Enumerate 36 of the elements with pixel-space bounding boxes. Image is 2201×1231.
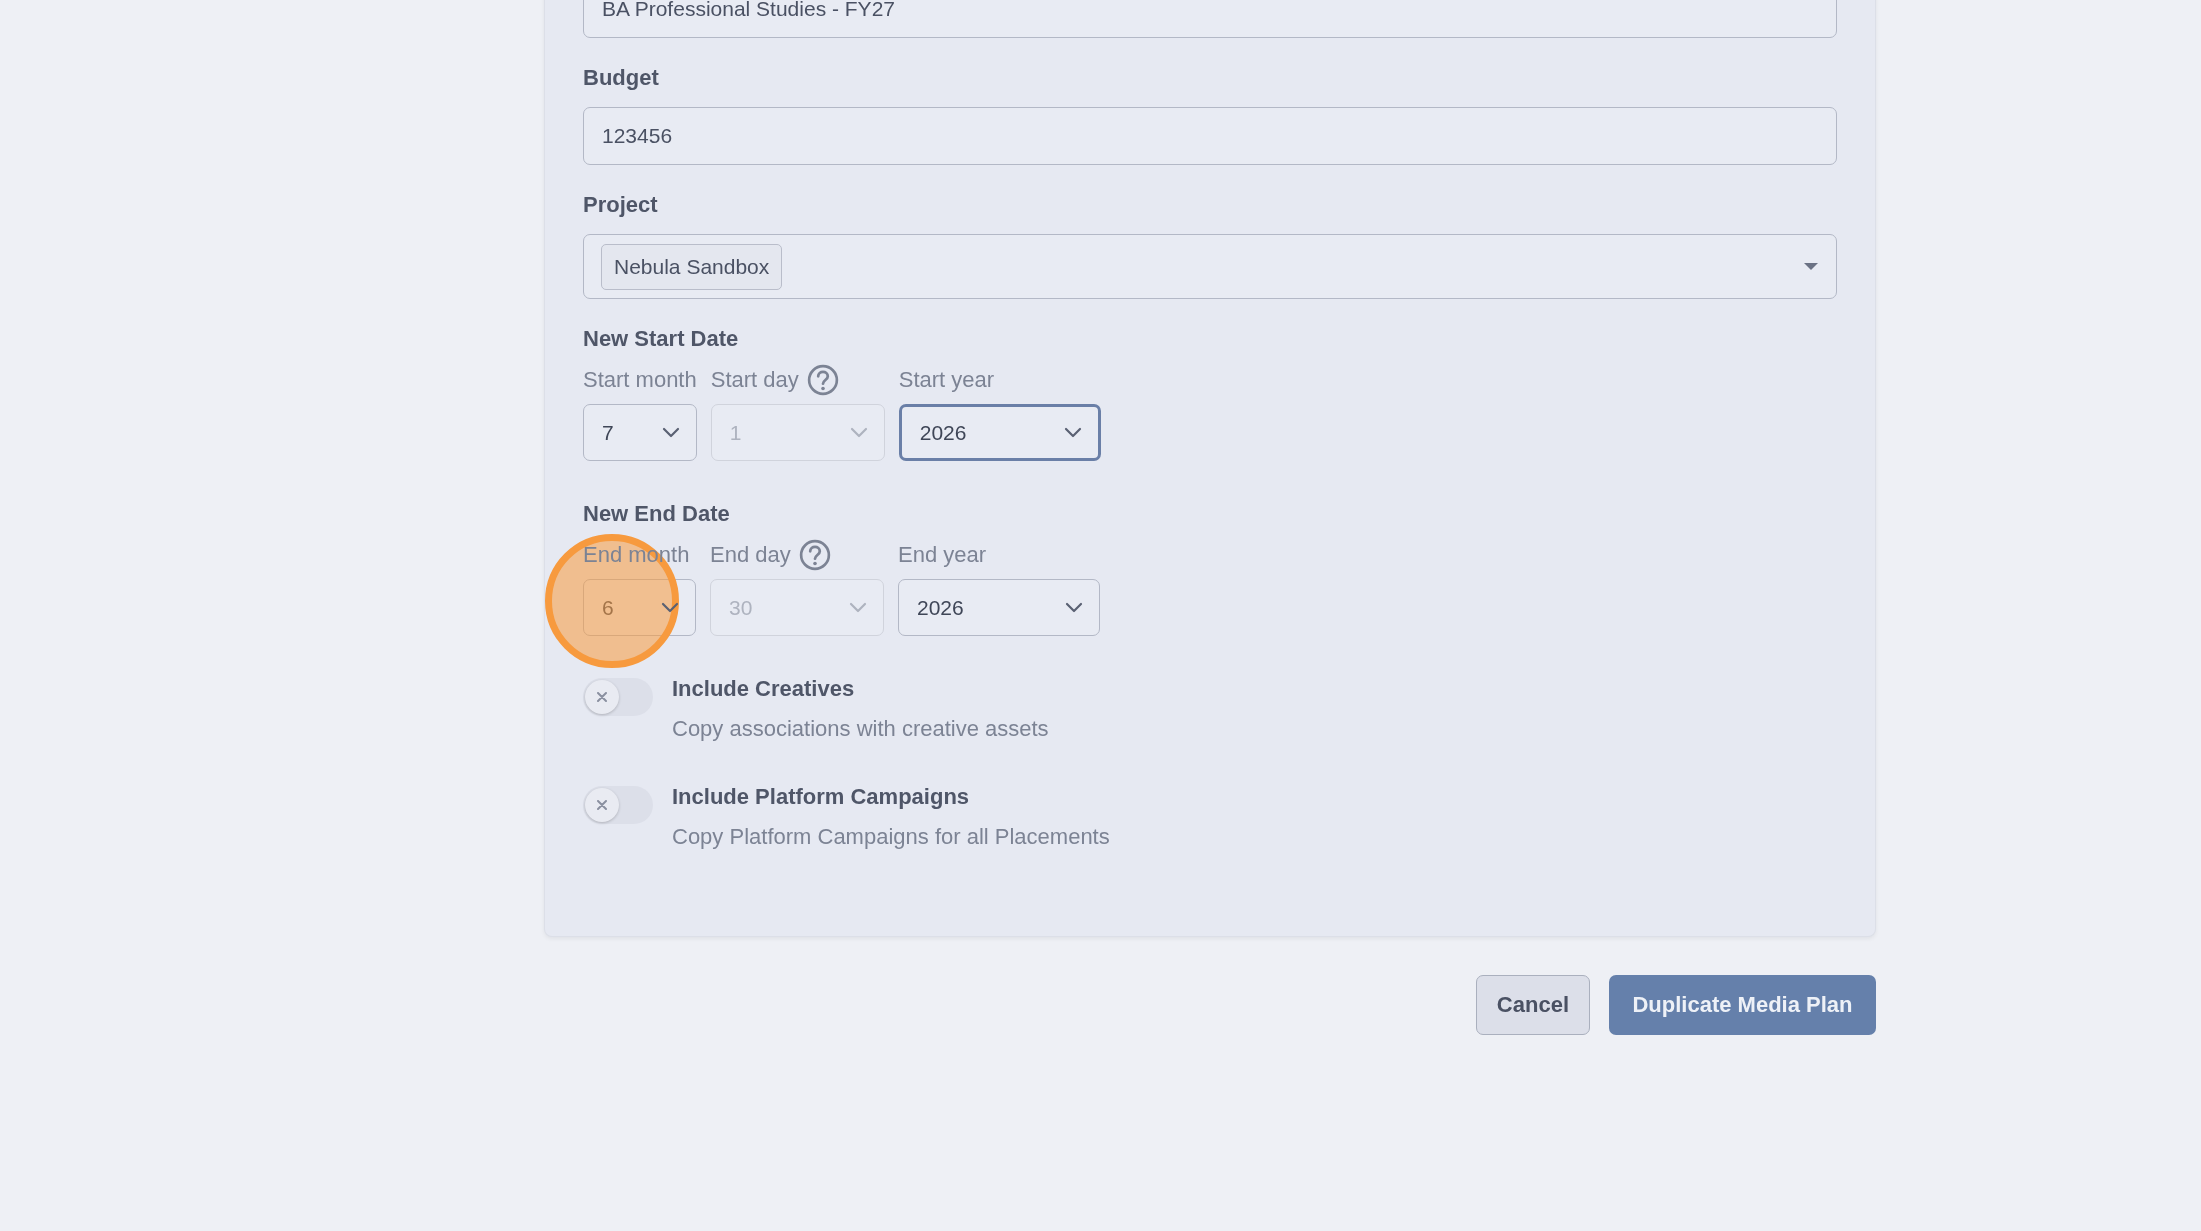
help-icon	[806, 364, 839, 396]
toggle-label: Include Creatives	[672, 676, 856, 702]
x-icon	[597, 800, 607, 810]
toggle-switch[interactable]	[583, 786, 653, 824]
chevron-down-icon	[661, 427, 680, 438]
field-label: Start year	[898, 367, 995, 393]
field-label: Budget	[583, 65, 660, 91]
text-field[interactable]: BA Professional Studies - FY27	[583, 0, 1837, 38]
chevron-down-icon	[1063, 427, 1082, 438]
toggle-label: Include Platform Campaigns	[672, 784, 971, 810]
toggle-description: Copy associations with creative assets	[672, 716, 1049, 742]
help-icon	[798, 539, 831, 571]
field-label: Start month	[583, 367, 697, 393]
toggle-description: Copy Platform Campaigns for all Placements	[672, 824, 1110, 850]
field-label: End year	[898, 542, 987, 568]
x-icon	[597, 692, 607, 702]
section-label: New Start Date	[583, 326, 740, 352]
chevron-down-icon	[661, 602, 679, 613]
field-label: Project	[583, 192, 659, 218]
caret-icon	[1804, 263, 1818, 270]
field-label: Start day	[710, 367, 799, 393]
field-label: End month	[583, 542, 690, 568]
chevron-down-icon	[849, 602, 867, 613]
dropdown[interactable]: 7	[583, 404, 697, 461]
section-label: New End Date	[583, 501, 731, 527]
project-select[interactable]: Nebula Sandbox	[583, 234, 1837, 299]
text-field[interactable]: 123456	[583, 107, 1837, 165]
selected-tag[interactable]: Nebula Sandbox	[601, 243, 783, 290]
cancel-button[interactable]: Cancel	[1475, 975, 1590, 1035]
chevron-down-icon	[849, 427, 868, 438]
duplicate-button[interactable]: Duplicate Media Plan	[1609, 975, 1876, 1035]
dropdown[interactable]: 2026	[898, 404, 1101, 461]
field-label: End day	[710, 542, 791, 568]
toggle-switch[interactable]	[583, 678, 653, 716]
dropdown[interactable]: 2026	[898, 579, 1100, 636]
chevron-down-icon	[1065, 602, 1083, 613]
